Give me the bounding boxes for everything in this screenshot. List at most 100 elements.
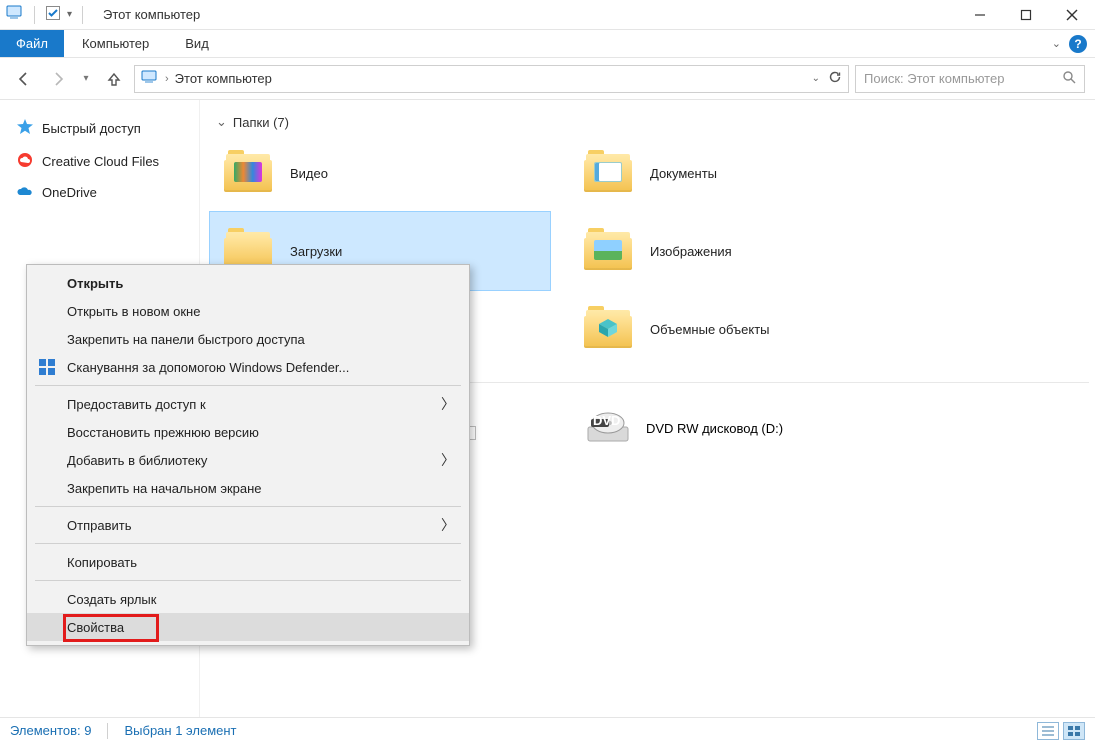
menu-item-label: Восстановить прежнюю версию [67,425,259,440]
menu-item-pin-quick-access[interactable]: Закрепить на панели быстрого доступа [27,325,469,353]
sidebar-item-label: OneDrive [42,185,97,200]
menu-item-defender-scan[interactable]: Сканування за допомогою Windows Defender… [27,353,469,381]
menu-item-pin-start[interactable]: Закрепить на начальном экране [27,474,469,502]
ribbon-tab-computer[interactable]: Компьютер [64,30,167,57]
status-separator [107,723,108,739]
section-title: Папки (7) [233,115,289,130]
menu-item-create-shortcut[interactable]: Создать ярлык [27,585,469,613]
menu-item-copy[interactable]: Копировать [27,548,469,576]
submenu-arrow-icon: 〉 [441,515,455,535]
view-details-button[interactable] [1037,722,1059,740]
search-placeholder: Поиск: Этот компьютер [864,71,1062,86]
search-icon[interactable] [1062,70,1076,87]
menu-item-open-new-window[interactable]: Открыть в новом окне [27,297,469,325]
menu-item-label: Свойства [67,620,124,635]
breadcrumb[interactable]: Этот компьютер [175,71,272,86]
menu-item-share[interactable]: Предоставить доступ к 〉 [27,390,469,418]
ribbon-tab-view[interactable]: Вид [167,30,227,57]
star-icon [16,118,34,139]
folder-label: Изображения [650,244,732,259]
cloud-icon [16,151,34,172]
device-label: DVD RW дисковод (D:) [646,421,783,436]
address-bar[interactable]: › Этот компьютер ⌄ [134,65,849,93]
ribbon: Файл Компьютер Вид ⌄ ? [0,30,1095,58]
forward-button[interactable] [44,65,72,93]
ribbon-collapse-icon[interactable]: ⌄ [1052,37,1061,50]
menu-separator [35,543,461,544]
close-button[interactable] [1049,0,1095,30]
menu-item-open[interactable]: Открыть [27,269,469,297]
recent-dropdown-icon[interactable]: ▾ [78,65,94,93]
folders-section-header[interactable]: ⌄ Папки (7) [210,110,1095,134]
titlebar: ▾ Этот компьютер [0,0,1095,30]
folder-label: Объемные объекты [650,322,770,337]
dvd-drive-icon: DVD [584,407,632,450]
folder-videos[interactable]: Видео [210,134,550,212]
menu-item-label: Добавить в библиотеку [67,453,207,468]
device-dvd[interactable]: DVD DVD RW дисковод (D:) [570,397,910,460]
view-large-icons-button[interactable] [1063,722,1085,740]
sidebar-item-label: Быстрый доступ [42,121,141,136]
folder-icon [584,308,636,350]
status-count: Элементов: 9 [10,723,91,738]
menu-item-label: Открыть [67,276,123,291]
defender-icon [37,357,57,377]
onedrive-icon [16,184,34,201]
status-selection: Выбран 1 элемент [124,723,236,738]
minimize-button[interactable] [957,0,1003,30]
pc-icon [6,5,24,24]
menu-separator [35,580,461,581]
menu-separator [35,385,461,386]
window-title: Этот компьютер [103,7,200,22]
menu-item-label: Закрепить на панели быстрого доступа [67,332,305,347]
nav-row: ▾ › Этот компьютер ⌄ Поиск: Этот компьют… [0,58,1095,100]
folder-label: Загрузки [290,244,342,259]
menu-separator [35,506,461,507]
submenu-arrow-icon: 〉 [441,450,455,470]
menu-item-label: Сканування за допомогою Windows Defender… [67,360,349,375]
address-dropdown-icon[interactable]: ⌄ [812,73,820,84]
sidebar-item-label: Creative Cloud Files [42,154,159,169]
folder-pictures[interactable]: Изображения [570,212,910,290]
ribbon-file-tab[interactable]: Файл [0,30,64,57]
help-icon[interactable]: ? [1069,35,1087,53]
pc-icon [141,70,159,87]
menu-item-label: Закрепить на начальном экране [67,481,262,496]
menu-item-properties[interactable]: Свойства [27,613,469,641]
checkbox-icon[interactable] [45,5,61,24]
folder-icon [584,230,636,272]
maximize-button[interactable] [1003,0,1049,30]
menu-item-restore-previous[interactable]: Восстановить прежнюю версию [27,418,469,446]
submenu-arrow-icon: 〉 [441,394,455,414]
menu-item-add-library[interactable]: Добавить в библиотеку 〉 [27,446,469,474]
sidebar-item-quick-access[interactable]: Быстрый доступ [8,112,191,145]
folder-icon [224,152,276,194]
folder-label: Видео [290,166,328,181]
folder-icon [584,152,636,194]
qat-separator [34,6,35,24]
menu-item-label: Предоставить доступ к [67,397,206,412]
refresh-icon[interactable] [828,70,842,87]
folder-label: Документы [650,166,717,181]
chevron-down-icon: ⌄ [216,114,227,130]
search-input[interactable]: Поиск: Этот компьютер [855,65,1085,93]
menu-item-send-to[interactable]: Отправить 〉 [27,511,469,539]
menu-item-label: Открыть в новом окне [67,304,200,319]
window-buttons [957,0,1095,30]
back-button[interactable] [10,65,38,93]
qat-dropdown-icon[interactable]: ▾ [67,9,72,20]
menu-item-label: Создать ярлык [67,592,156,607]
context-menu: Открыть Открыть в новом окне Закрепить н… [26,264,470,646]
qat-separator-2 [82,6,83,24]
svg-text:DVD: DVD [593,413,620,428]
up-button[interactable] [100,65,128,93]
sidebar-item-creative-cloud[interactable]: Creative Cloud Files [8,145,191,178]
status-bar: Элементов: 9 Выбран 1 элемент [0,717,1095,743]
quick-access-toolbar: ▾ [0,5,93,24]
sidebar-item-onedrive[interactable]: OneDrive [8,178,191,207]
menu-item-label: Отправить [67,518,131,533]
menu-item-label: Копировать [67,555,137,570]
folder-3d-objects[interactable]: Объемные объекты [570,290,910,368]
breadcrumb-chevron-icon[interactable]: › [165,73,169,85]
folder-documents[interactable]: Документы [570,134,910,212]
